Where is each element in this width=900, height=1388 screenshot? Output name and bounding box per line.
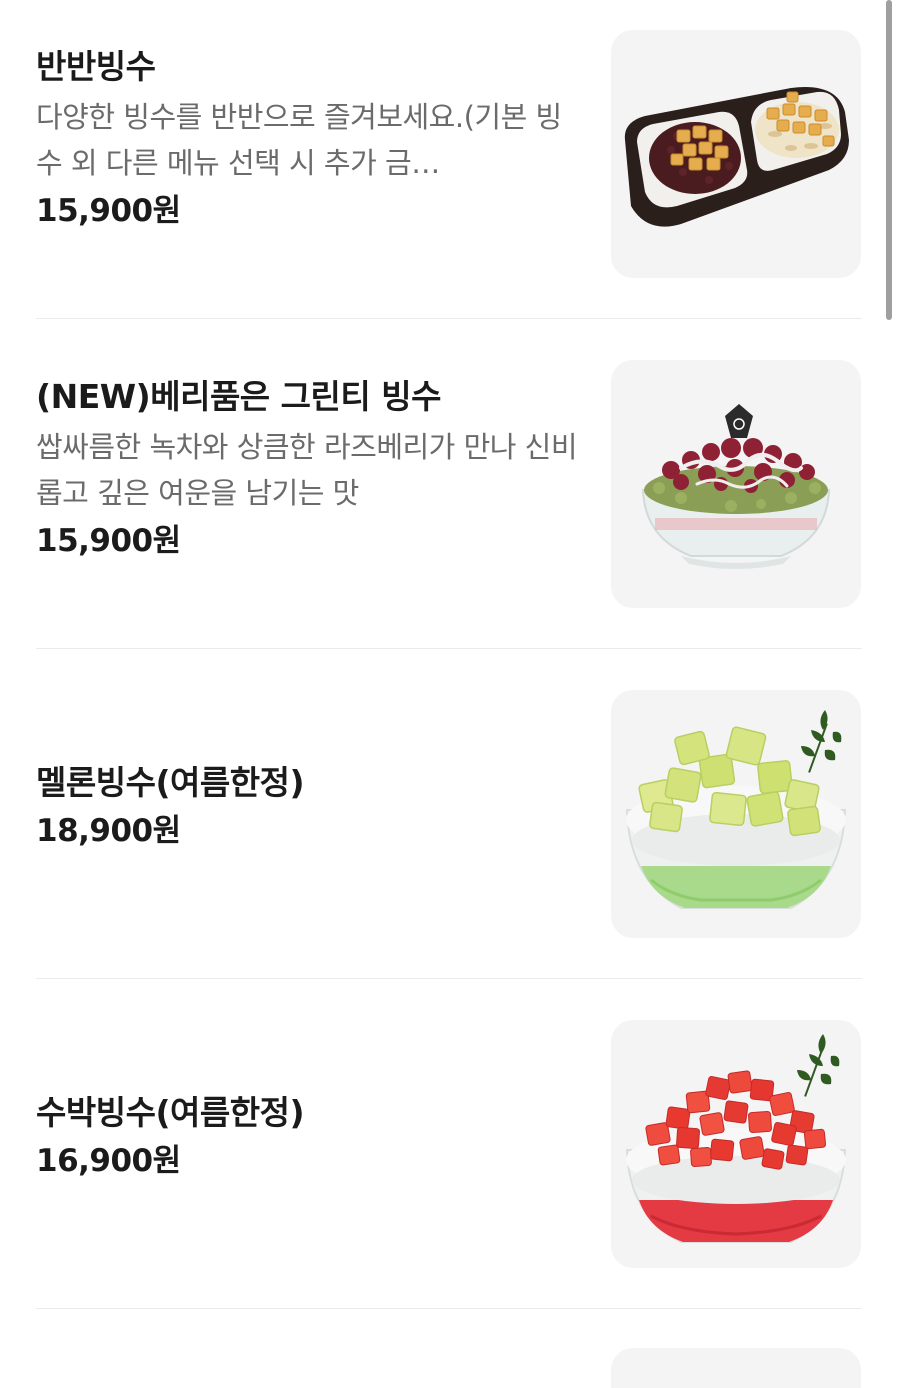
- menu-item-price: 16,900원: [36, 1143, 181, 1179]
- divider: [36, 318, 862, 319]
- menu-item-text: (NEW)베리품은 그린티 빙수 쌉싸름한 녹차와 상큼한 라즈베리가 만나 신…: [36, 374, 581, 564]
- menu-item-image[interactable]: [611, 690, 861, 938]
- menu-item-image[interactable]: [611, 360, 861, 608]
- divider: [36, 1308, 862, 1309]
- berry-greentea-bingsu-image: [641, 404, 831, 569]
- menu-item-image[interactable]: [611, 1020, 861, 1268]
- menu-item-price: 18,900원: [36, 813, 181, 849]
- next-menu-item-image[interactable]: [611, 1348, 861, 1388]
- menu-item-text: 수박빙수(여름한정) 16,900원: [36, 1090, 581, 1184]
- banban-bingsu-image: [624, 87, 849, 227]
- menu-item-price: 15,900원: [36, 523, 181, 559]
- divider: [36, 648, 862, 649]
- menu-item-name: (NEW)베리품은 그린티 빙수: [36, 377, 441, 416]
- melon-bingsu-image: [625, 710, 847, 909]
- menu-item-name: 멜론빙수(여름한정): [36, 763, 305, 802]
- menu-item-image[interactable]: [611, 30, 861, 278]
- scrollbar[interactable]: [886, 0, 892, 320]
- menu-item-berry-greentea-bingsu[interactable]: (NEW)베리품은 그린티 빙수 쌉싸름한 녹차와 상큼한 라즈베리가 만나 신…: [36, 330, 862, 660]
- menu-item-banban-bingsu[interactable]: 반반빙수 다양한 빙수를 반반으로 즐겨보세요.(기본 빙수 외 다른 메뉴 선…: [36, 0, 862, 330]
- menu-item-price: 15,900원: [36, 193, 181, 229]
- menu-item-description: 쌉싸름한 녹차와 상큼한 라즈베리가 만나 신비롭고 깊은 여운을 남기는 맛: [36, 430, 578, 510]
- menu-item-name: 수박빙수(여름한정): [36, 1093, 305, 1132]
- menu-item-text: 멜론빙수(여름한정) 18,900원: [36, 760, 581, 854]
- menu-list: 반반빙수 다양한 빙수를 반반으로 즐겨보세요.(기본 빙수 외 다른 메뉴 선…: [0, 0, 900, 1388]
- menu-item-name: 반반빙수: [36, 47, 156, 86]
- menu-item-melon-bingsu[interactable]: 멜론빙수(여름한정) 18,900원: [36, 660, 862, 990]
- menu-item-watermelon-bingsu[interactable]: 수박빙수(여름한정) 16,900원: [36, 990, 862, 1320]
- divider: [36, 978, 862, 979]
- watermelon-bingsu-image: [625, 1034, 847, 1243]
- menu-item-text: 반반빙수 다양한 빙수를 반반으로 즐겨보세요.(기본 빙수 외 다른 메뉴 선…: [36, 44, 581, 234]
- menu-item-description: 다양한 빙수를 반반으로 즐겨보세요.(기본 빙수 외 다른 메뉴 선택 시 추…: [36, 100, 562, 180]
